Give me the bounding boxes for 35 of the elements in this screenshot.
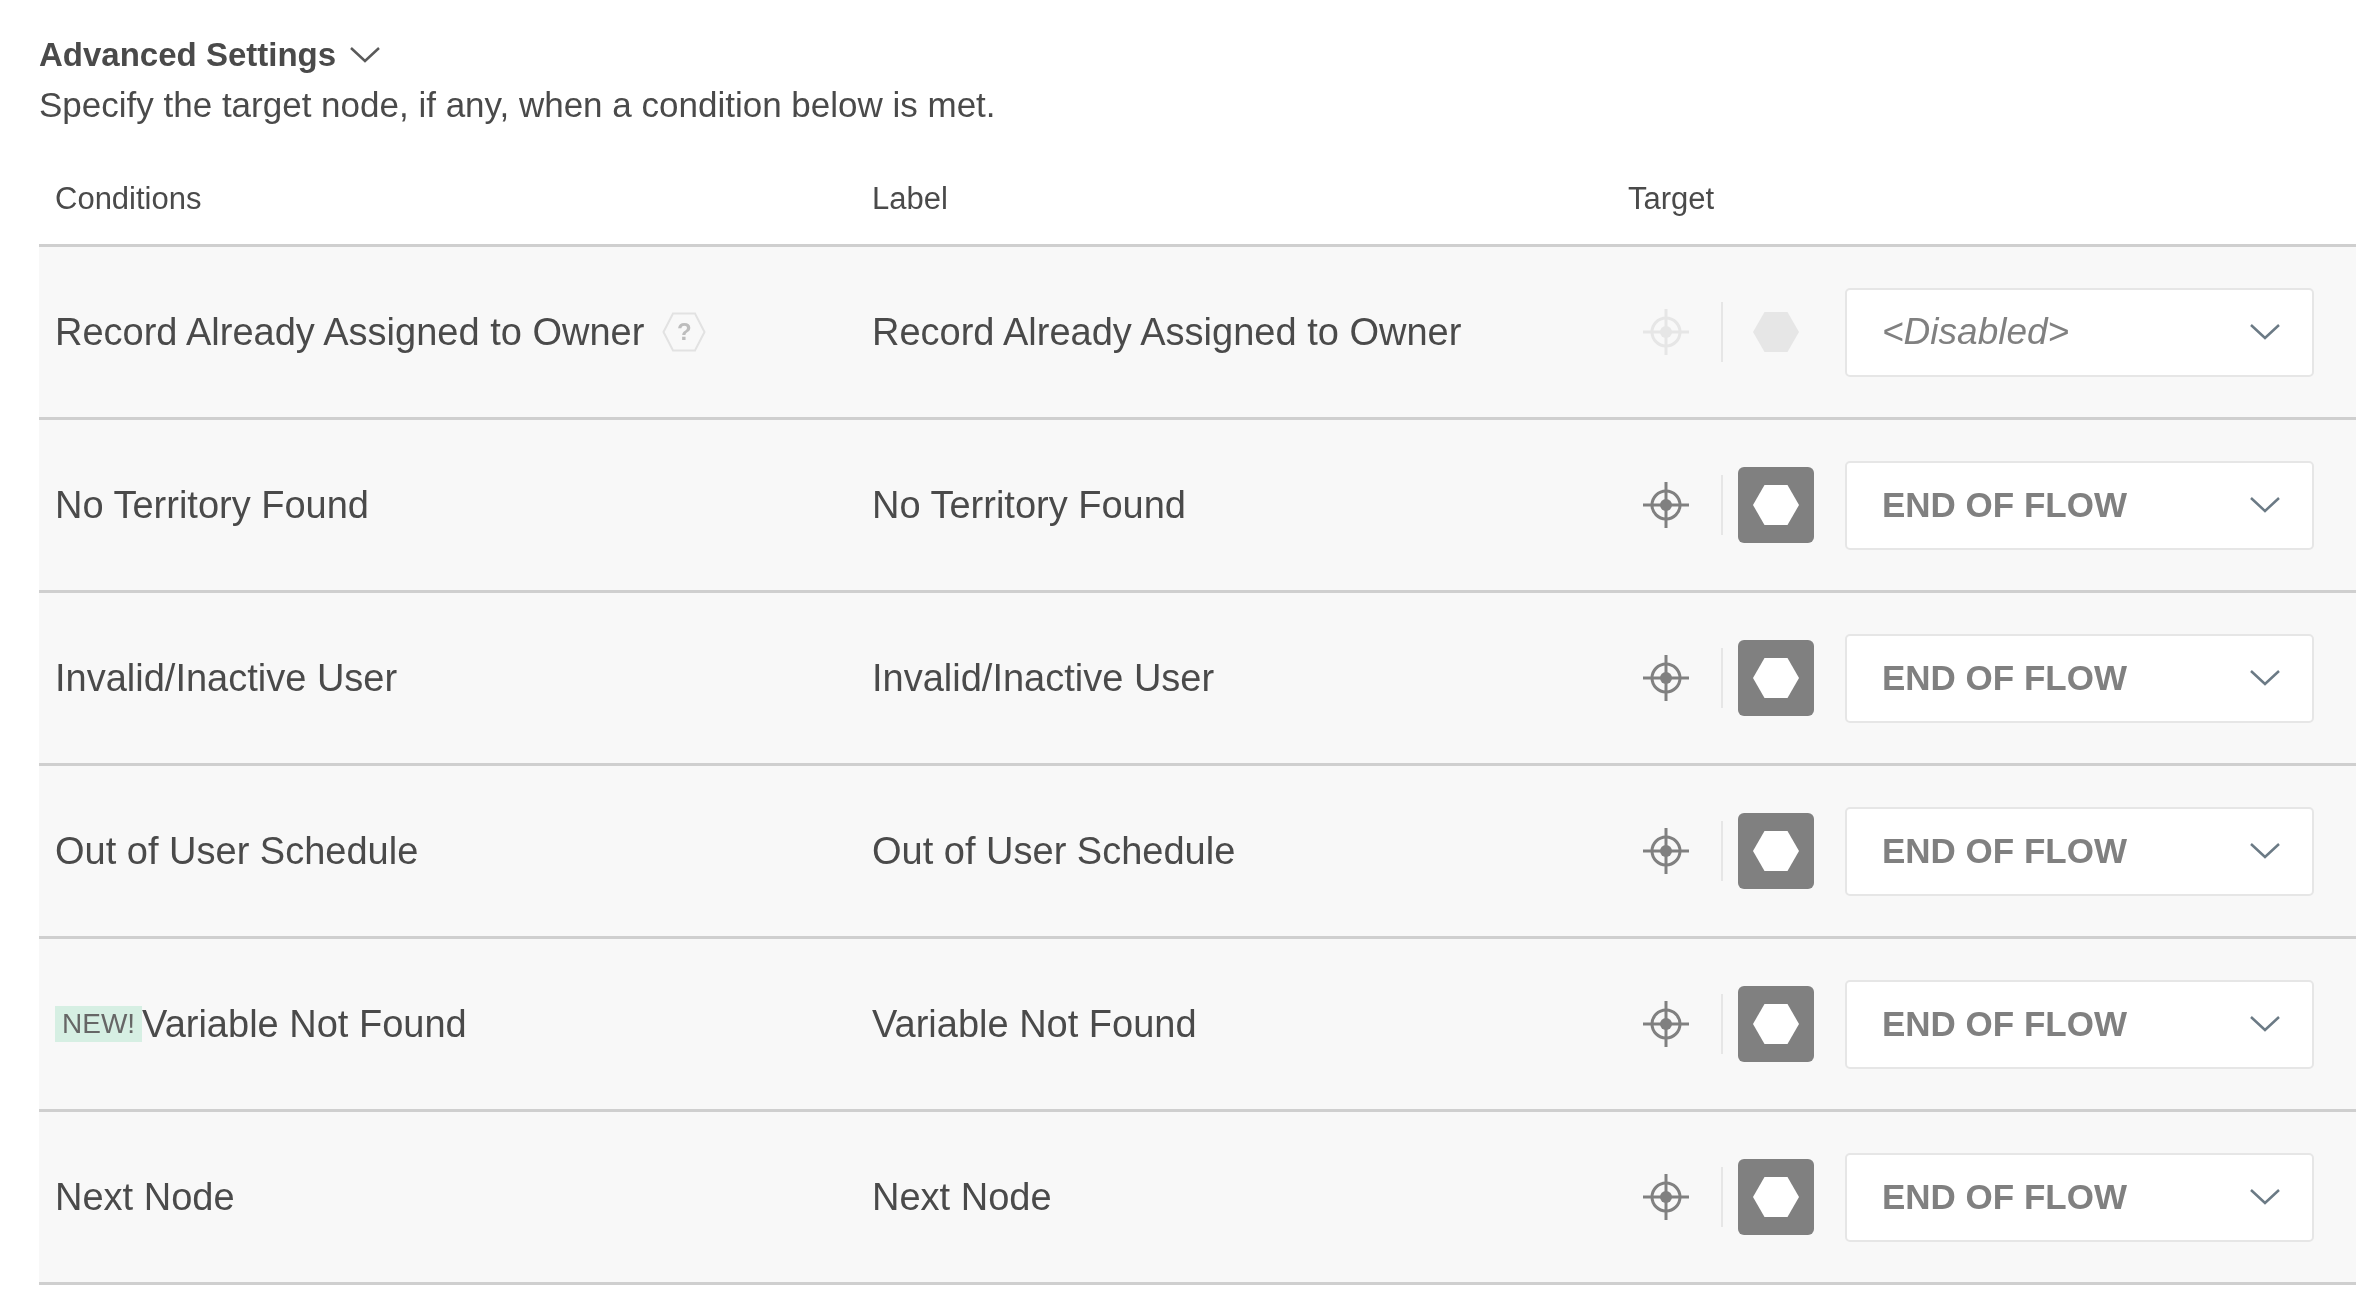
target-dropdown[interactable]: END OF FLOW — [1845, 806, 2314, 896]
caret-icon — [2250, 670, 2280, 686]
caret-icon — [2250, 843, 2280, 859]
label-text: No Territory Found — [872, 483, 1186, 528]
label-text: Next Node — [872, 1175, 1052, 1220]
column-header: Label — [871, 180, 949, 218]
condition-text: Out of User Schedule — [55, 829, 419, 874]
target-dropdown[interactable]: END OF FLOW — [1845, 979, 2314, 1069]
crosshair-icon[interactable] — [1643, 1174, 1689, 1220]
caret-icon — [2250, 1189, 2280, 1205]
label-text: Record Already Assigned to Owner — [872, 310, 1462, 355]
chevron-icon[interactable] — [350, 47, 381, 63]
condition-text: Next Node — [55, 1175, 235, 1220]
condition-text: Variable Not Found — [142, 1002, 467, 1047]
column-header: Conditions — [54, 180, 203, 218]
column-header: Target — [1627, 180, 1716, 218]
condition-text: Invalid/Inactive User — [55, 656, 398, 701]
caret-icon — [2250, 324, 2280, 340]
crosshair-icon[interactable] — [1643, 828, 1689, 874]
caret-icon — [2250, 497, 2280, 513]
label-text: Variable Not Found — [872, 1002, 1197, 1047]
label-text: Out of User Schedule — [872, 829, 1236, 874]
caret-icon — [2250, 1016, 2280, 1032]
condition-text: Record Already Assigned to Owner — [55, 310, 645, 355]
crosshair-icon[interactable] — [1643, 482, 1689, 528]
section-title: Advanced Settings — [39, 36, 337, 74]
section-description: Specify the target node, if any, when a condition below is met. — [39, 84, 997, 126]
new-badge: NEW! — [55, 1006, 143, 1042]
target-dropdown[interactable]: END OF FLOW — [1845, 460, 2314, 550]
target-dropdown[interactable]: END OF FLOW — [1845, 1152, 2314, 1242]
label-text: Invalid/Inactive User — [872, 656, 1215, 701]
condition-text: No Territory Found — [55, 483, 369, 528]
target-dropdown[interactable]: END OF FLOW — [1845, 633, 2314, 723]
crosshair-icon[interactable] — [1643, 1001, 1689, 1047]
crosshair-icon[interactable] — [1643, 655, 1689, 701]
